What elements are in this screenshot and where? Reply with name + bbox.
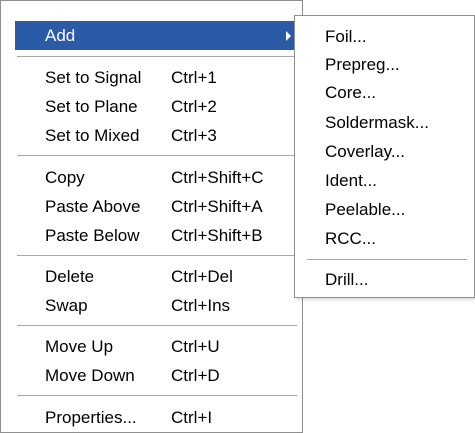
- menu-item-move-down-shortcut: Ctrl+D: [171, 366, 220, 385]
- menu-item-properties[interactable]: Properties... Ctrl+I: [15, 403, 297, 432]
- submenu-item-peelable[interactable]: Peelable...: [295, 197, 470, 223]
- menu-separator: [17, 155, 297, 157]
- submenu-item-rcc[interactable]: RCC...: [295, 226, 470, 252]
- submenu-item-coverlay[interactable]: Coverlay...: [295, 139, 470, 165]
- menu-item-set-to-mixed[interactable]: Set to Mixed Ctrl+3: [15, 121, 297, 150]
- submenu-item-drill-label: Drill...: [325, 270, 369, 289]
- submenu-item-soldermask-label: Soldermask...: [325, 113, 429, 132]
- menu-item-move-up-label: Move Up: [45, 337, 114, 356]
- submenu-item-drill[interactable]: Drill...: [295, 267, 470, 293]
- submenu-item-prepreg[interactable]: Prepreg...: [295, 52, 470, 78]
- menu-item-set-to-mixed-label: Set to Mixed: [45, 126, 140, 145]
- menu-item-move-up-shortcut: Ctrl+U: [171, 337, 220, 356]
- menu-item-move-up[interactable]: Move Up Ctrl+U: [15, 332, 297, 361]
- menu-item-add[interactable]: Add: [15, 21, 297, 50]
- chevron-right-icon: [286, 31, 291, 41]
- submenu-item-ident[interactable]: Ident...: [295, 168, 470, 194]
- submenu-separator: [307, 259, 467, 260]
- context-menu: Add Set to Signal Ctrl+1 Set to Plane Ct…: [0, 0, 303, 433]
- submenu-item-foil-label: Foil...: [325, 27, 367, 46]
- menu-item-copy-label: Copy: [45, 168, 85, 187]
- menu-separator: [17, 395, 297, 397]
- menu-separator: [17, 56, 297, 58]
- menu-item-add-label: Add: [45, 26, 76, 45]
- menu-item-move-down-label: Move Down: [45, 366, 135, 385]
- menu-item-set-to-signal-shortcut: Ctrl+1: [171, 68, 217, 87]
- menu-item-properties-shortcut: Ctrl+I: [171, 408, 213, 427]
- menu-item-delete-label: Delete: [45, 267, 95, 286]
- menu-item-swap-label: Swap: [45, 296, 88, 315]
- submenu-item-foil[interactable]: Foil...: [295, 24, 470, 50]
- menu-item-set-to-mixed-shortcut: Ctrl+3: [171, 126, 217, 145]
- menu-separator: [17, 255, 297, 257]
- submenu-item-core[interactable]: Core...: [295, 80, 470, 106]
- submenu-item-peelable-label: Peelable...: [325, 200, 406, 219]
- menu-item-paste-below[interactable]: Paste Below Ctrl+Shift+B: [15, 221, 297, 250]
- menu-item-set-to-signal[interactable]: Set to Signal Ctrl+1: [15, 63, 297, 92]
- menu-item-set-to-plane-label: Set to Plane: [45, 97, 138, 116]
- menu-item-swap[interactable]: Swap Ctrl+Ins: [15, 291, 297, 320]
- menu-item-swap-shortcut: Ctrl+Ins: [171, 296, 231, 315]
- menu-item-paste-below-label: Paste Below: [45, 226, 140, 245]
- menu-item-set-to-signal-label: Set to Signal: [45, 68, 142, 87]
- context-menu-screen: Add Set to Signal Ctrl+1 Set to Plane Ct…: [0, 0, 475, 433]
- menu-item-copy[interactable]: Copy Ctrl+Shift+C: [15, 163, 297, 192]
- add-submenu: Foil... Prepreg... Core... Soldermask...…: [294, 15, 475, 298]
- menu-item-paste-above[interactable]: Paste Above Ctrl+Shift+A: [15, 192, 297, 221]
- menu-item-set-to-plane-shortcut: Ctrl+2: [171, 97, 217, 116]
- menu-item-paste-above-shortcut: Ctrl+Shift+A: [171, 197, 263, 216]
- menu-separator: [17, 325, 297, 327]
- menu-item-delete-shortcut: Ctrl+Del: [171, 267, 233, 286]
- menu-item-paste-above-label: Paste Above: [45, 197, 141, 216]
- submenu-item-core-label: Core...: [325, 83, 377, 102]
- menu-item-paste-below-shortcut: Ctrl+Shift+B: [171, 226, 263, 245]
- menu-item-properties-label: Properties...: [45, 408, 137, 427]
- submenu-item-soldermask[interactable]: Soldermask...: [295, 110, 470, 136]
- submenu-item-prepreg-label: Prepreg...: [325, 55, 400, 74]
- menu-item-move-down[interactable]: Move Down Ctrl+D: [15, 361, 297, 390]
- submenu-item-ident-label: Ident...: [325, 171, 377, 190]
- submenu-item-coverlay-label: Coverlay...: [325, 142, 405, 161]
- menu-item-delete[interactable]: Delete Ctrl+Del: [15, 262, 297, 291]
- submenu-item-rcc-label: RCC...: [325, 229, 376, 248]
- menu-item-copy-shortcut: Ctrl+Shift+C: [171, 168, 264, 187]
- menu-item-set-to-plane[interactable]: Set to Plane Ctrl+2: [15, 92, 297, 121]
